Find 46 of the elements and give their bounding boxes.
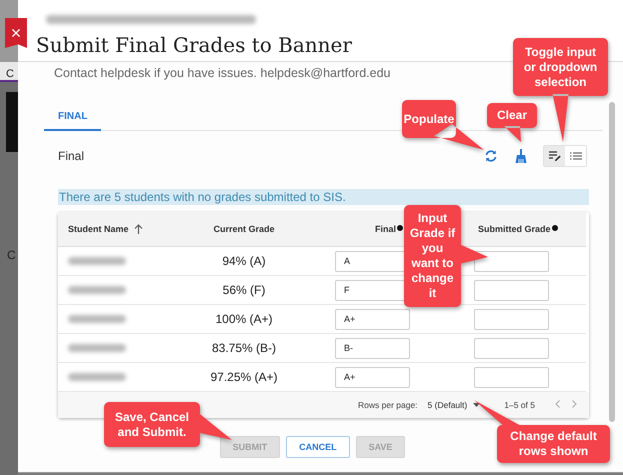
info-dot-icon — [397, 225, 404, 231]
refresh-icon[interactable] — [483, 148, 499, 164]
submitted-grade-field[interactable] — [474, 308, 549, 330]
submitted-grade-field[interactable] — [474, 366, 549, 388]
dark-thumbnail — [6, 92, 18, 152]
broom-icon[interactable] — [513, 148, 529, 164]
submitted-grade-field[interactable] — [474, 280, 549, 300]
final-grade-field[interactable]: A+ — [335, 366, 410, 388]
action-button[interactable]: CANCEL — [286, 436, 350, 458]
current-grade: 56% (F) — [222, 283, 266, 297]
current-grade: 100% (A+) — [215, 312, 273, 326]
contact-text: Contact helpdesk if you have issues. helpdesk@hartford.edu — [54, 66, 390, 82]
tab[interactable]: FINAL — [44, 105, 102, 131]
callout-text: Clear — [496, 108, 528, 123]
callout-text: Change default rows shown — [509, 429, 598, 459]
blurred-student-name — [68, 257, 126, 265]
column-header: Current Grade — [213, 224, 274, 234]
blurred-student-name — [68, 286, 126, 294]
background-text: C — [7, 248, 17, 262]
info-dot-icon — [552, 225, 558, 231]
callout-text: Input Grade if you want to change it — [409, 211, 456, 301]
callout-text: Populate — [404, 112, 454, 126]
close-button[interactable]: × — [5, 18, 27, 48]
current-grade: 83.75% (B-) — [212, 341, 276, 355]
scrollbar-thumb[interactable] — [609, 102, 615, 422]
current-grade: 97.25% (A+) — [210, 370, 278, 384]
callout-text: Save, Cancel and Submit. — [114, 410, 190, 440]
final-grade-field[interactable]: A+ — [335, 308, 410, 330]
info-banner: There are 5 students with no grades submitted to SIS. — [58, 189, 589, 205]
blurred-student-name — [68, 373, 126, 381]
blurred-student-name — [68, 344, 126, 352]
current-grade: 94% (A) — [222, 254, 266, 268]
column-header[interactable]: Student Name — [68, 224, 129, 234]
dialog-title: Submit Final Grades to Banner — [36, 33, 352, 57]
sort-arrow-icon[interactable] — [134, 224, 143, 234]
page-range: 1–5 of 5 — [504, 400, 535, 410]
blurred-student-name — [68, 315, 126, 323]
final-grade-field[interactable]: B- — [335, 338, 410, 358]
rows-per-page-label: Rows per page: — [358, 400, 418, 410]
submitted-grade-field[interactable] — [474, 250, 549, 272]
column-header: Final — [375, 224, 396, 234]
edit-list-icon[interactable] — [544, 146, 565, 166]
submitted-grade-field[interactable] — [474, 338, 549, 358]
section-label: Final — [58, 149, 86, 163]
callout-text: Toggle input or dropdown selection — [522, 44, 598, 90]
column-header: Submitted Grade — [478, 224, 551, 234]
